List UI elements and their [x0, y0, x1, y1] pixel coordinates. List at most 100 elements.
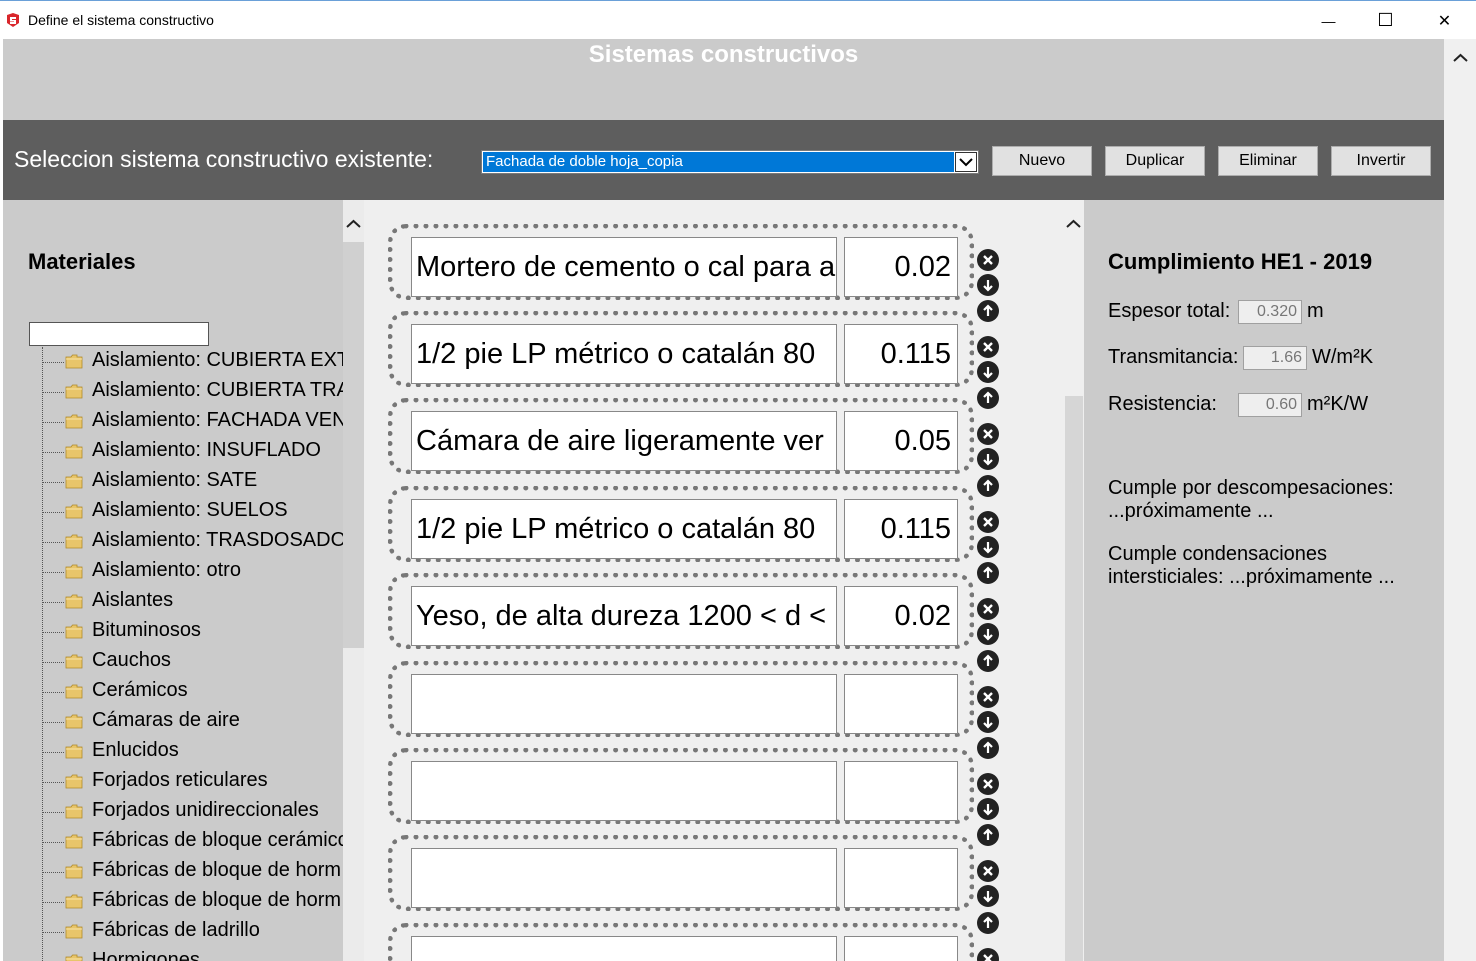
- layer-thickness-field[interactable]: [844, 411, 958, 471]
- scrollbar-thumb[interactable]: [1065, 396, 1083, 961]
- layers-scrollbar[interactable]: [1064, 200, 1084, 961]
- delete-button[interactable]: Eliminar: [1218, 146, 1318, 176]
- scrollbar-thumb[interactable]: [343, 242, 364, 648]
- tree-item[interactable]: Forjados unidireccionales: [3, 797, 343, 827]
- layer-material-field[interactable]: [411, 674, 837, 734]
- tree-item[interactable]: Aislamiento: TRASDOSADO: [3, 527, 343, 557]
- close-icon: [982, 341, 994, 353]
- tree-item[interactable]: Aislamiento: INSUFLADO: [3, 437, 343, 467]
- remove-layer-button[interactable]: [977, 773, 999, 795]
- tree-item-label: Fábricas de bloque cerámico: [92, 829, 343, 851]
- system-select[interactable]: Fachada de doble hoja_copia: [481, 150, 979, 174]
- tree-item[interactable]: Fábricas de bloque de horm: [3, 857, 343, 887]
- maximize-button[interactable]: ☐: [1357, 1, 1414, 40]
- remove-layer-button[interactable]: [977, 336, 999, 358]
- move-down-button[interactable]: [977, 623, 999, 645]
- chevron-up-icon[interactable]: [1066, 219, 1081, 229]
- move-up-button[interactable]: [977, 824, 999, 846]
- layer-thickness-field[interactable]: [844, 761, 958, 821]
- tree-item[interactable]: Aislamiento: CUBIERTA TRA: [3, 377, 343, 407]
- layer-material-field[interactable]: [411, 936, 837, 961]
- move-down-button[interactable]: [977, 361, 999, 383]
- system-select-value: Fachada de doble hoja_copia: [483, 152, 954, 172]
- layer-row: [388, 748, 974, 824]
- chevron-up-icon[interactable]: [1453, 53, 1468, 63]
- layer-material-field[interactable]: [411, 237, 837, 297]
- chevron-down-icon[interactable]: [955, 152, 977, 172]
- tree-item[interactable]: Fábricas de bloque de horm: [3, 887, 343, 917]
- close-icon: ✕: [1437, 12, 1452, 30]
- decompensation-value: ...próximamente ...: [1108, 500, 1274, 522]
- remove-layer-button[interactable]: [977, 948, 999, 961]
- tree-item[interactable]: Cerámicos: [3, 677, 343, 707]
- move-down-button[interactable]: [977, 798, 999, 820]
- move-up-button[interactable]: [977, 387, 999, 409]
- folder-icon: [65, 684, 83, 699]
- tree-connector: [42, 782, 64, 783]
- layer-material-field[interactable]: [411, 499, 837, 559]
- tree-item[interactable]: Aislamiento: CUBIERTA EXT: [3, 347, 343, 377]
- tree-connector: [42, 392, 64, 393]
- remove-layer-button[interactable]: [977, 686, 999, 708]
- tree-item[interactable]: Aislamiento: SUELOS: [3, 497, 343, 527]
- layer-thickness-field[interactable]: [844, 936, 958, 961]
- layer-material-field[interactable]: [411, 761, 837, 821]
- remove-layer-button[interactable]: [977, 860, 999, 882]
- tree-item[interactable]: Hormigones: [3, 947, 343, 961]
- page-title: Sistemas constructivos: [588, 41, 859, 68]
- remove-layer-button[interactable]: [977, 511, 999, 533]
- tree-item[interactable]: Forjados reticulares: [3, 767, 343, 797]
- layer-material-field[interactable]: [411, 411, 837, 471]
- materials-scrollbar[interactable]: [343, 200, 364, 961]
- chevron-up-icon[interactable]: [346, 219, 361, 229]
- tree-item[interactable]: Aislamiento: SATE: [3, 467, 343, 497]
- invert-button[interactable]: Invertir: [1331, 146, 1431, 176]
- remove-layer-button[interactable]: [977, 249, 999, 271]
- move-up-button[interactable]: [977, 300, 999, 322]
- layer-thickness-field[interactable]: [844, 674, 958, 734]
- tree-item[interactable]: Aislamiento: otro: [3, 557, 343, 587]
- remove-layer-button[interactable]: [977, 423, 999, 445]
- remove-layer-button[interactable]: [977, 598, 999, 620]
- layer-material-field[interactable]: [411, 848, 837, 908]
- tree-item[interactable]: Cauchos: [3, 647, 343, 677]
- thickness-value: 0.320: [1238, 300, 1302, 324]
- move-up-button[interactable]: [977, 562, 999, 584]
- close-button[interactable]: ✕: [1416, 1, 1473, 40]
- move-down-button[interactable]: [977, 711, 999, 733]
- move-down-button[interactable]: [977, 885, 999, 907]
- move-up-button[interactable]: [977, 650, 999, 672]
- move-up-button[interactable]: [977, 737, 999, 759]
- tree-item[interactable]: Cámaras de aire: [3, 707, 343, 737]
- arrow-up-icon: [981, 479, 995, 493]
- move-up-button[interactable]: [977, 475, 999, 497]
- tree-item[interactable]: Enlucidos: [3, 737, 343, 767]
- layer-thickness-field[interactable]: [844, 499, 958, 559]
- tree-item-label: Aislamiento: SATE: [92, 469, 258, 491]
- move-down-button[interactable]: [977, 274, 999, 296]
- move-down-button[interactable]: [977, 448, 999, 470]
- tree-connector: [42, 542, 64, 543]
- window-scrollbar[interactable]: [1444, 39, 1476, 961]
- close-icon: [982, 254, 994, 266]
- tree-connector: [42, 452, 64, 453]
- folder-icon: [65, 954, 83, 961]
- layer-material-field[interactable]: [411, 586, 837, 646]
- minimize-button[interactable]: —: [1300, 1, 1357, 40]
- tree-item[interactable]: Fábricas de bloque cerámico: [3, 827, 343, 857]
- layer-material-field[interactable]: [411, 324, 837, 384]
- layer-thickness-field[interactable]: [844, 848, 958, 908]
- tree-item[interactable]: Fábricas de ladrillo: [3, 917, 343, 947]
- layer-thickness-field[interactable]: [844, 586, 958, 646]
- tree-item[interactable]: Bituminosos: [3, 617, 343, 647]
- tree-item[interactable]: Aislantes: [3, 587, 343, 617]
- move-up-button[interactable]: [977, 912, 999, 934]
- layer-thickness-field[interactable]: [844, 237, 958, 297]
- materials-search-input[interactable]: [29, 322, 209, 346]
- new-button[interactable]: Nuevo: [992, 146, 1092, 176]
- tree-item[interactable]: Aislamiento: FACHADA VEN: [3, 407, 343, 437]
- duplicate-button[interactable]: Duplicar: [1105, 146, 1205, 176]
- move-down-button[interactable]: [977, 536, 999, 558]
- layer-row: [388, 311, 974, 387]
- layer-thickness-field[interactable]: [844, 324, 958, 384]
